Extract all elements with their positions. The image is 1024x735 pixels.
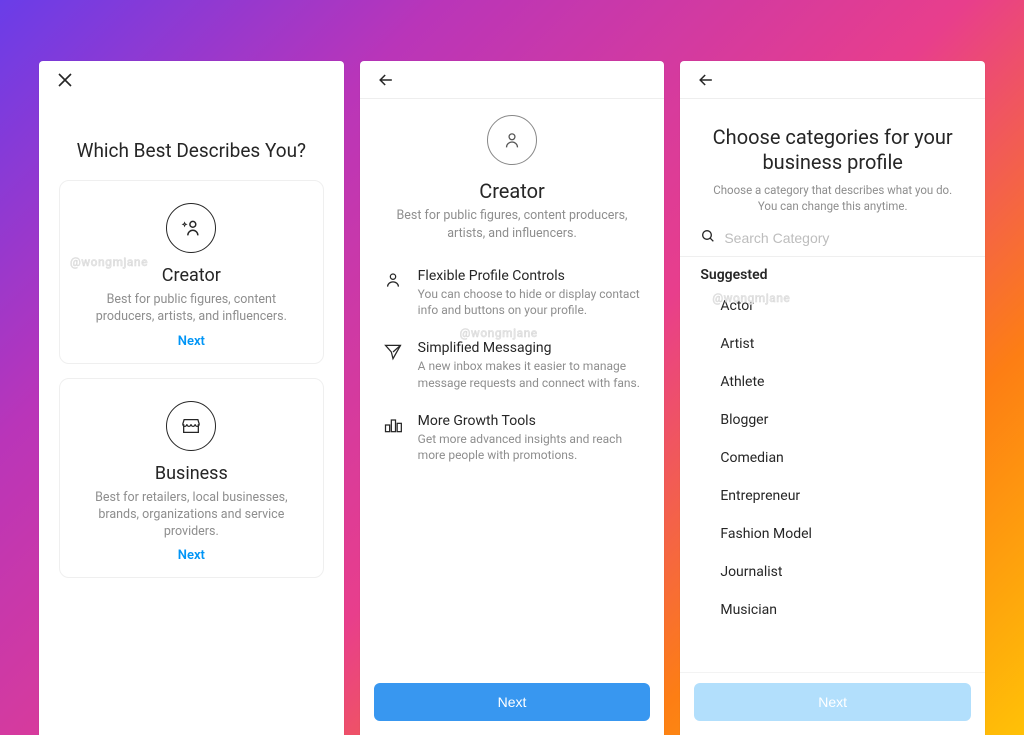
feature-description: Get more advanced insights and reach mor… xyxy=(418,431,643,463)
next-link[interactable]: Next xyxy=(76,334,307,349)
suggested-label: Suggested xyxy=(680,257,985,287)
category-item[interactable]: Blogger xyxy=(720,401,985,439)
watermark: @wongmjane xyxy=(70,255,148,269)
category-item[interactable]: Entrepreneur xyxy=(720,477,985,515)
bar-chart-icon xyxy=(382,413,404,435)
screen-creator-detail: Creator Best for public figures, content… xyxy=(360,61,665,735)
category-item[interactable]: Comedian xyxy=(720,439,985,477)
watermark: @wongmjane xyxy=(460,326,538,340)
card-title: Creator xyxy=(162,265,221,286)
next-button[interactable]: Next xyxy=(694,683,971,721)
back-arrow-icon[interactable] xyxy=(372,66,400,94)
storefront-icon xyxy=(166,401,216,451)
card-creator[interactable]: @wongmjane Creator Best for public figur… xyxy=(59,180,324,364)
category-item[interactable]: Journalist xyxy=(720,553,985,591)
search-input[interactable] xyxy=(724,230,965,246)
content: Creator Best for public figures, content… xyxy=(360,99,665,735)
feature-simplified-messaging: @wongmjane Simplified Messaging A new in… xyxy=(382,340,643,390)
content: Which Best Describes You? @wongmjane Cre… xyxy=(39,99,344,735)
person-outline-icon xyxy=(382,268,404,290)
page-title: Which Best Describes You? xyxy=(59,139,324,162)
card-description: Best for public figures, content produce… xyxy=(76,292,307,326)
bottom-bar: Next xyxy=(360,673,665,735)
bottom-bar: Next xyxy=(680,672,985,735)
screen-account-type: Which Best Describes You? @wongmjane Cre… xyxy=(39,61,344,735)
feature-title: Simplified Messaging xyxy=(418,340,643,356)
person-icon xyxy=(487,115,537,165)
creator-icon xyxy=(166,203,216,253)
page-title: Choose categories for your business prof… xyxy=(702,125,963,175)
paper-plane-icon xyxy=(382,340,404,362)
page-subtitle: Best for public figures, content produce… xyxy=(380,207,645,242)
category-item[interactable]: Artist xyxy=(720,325,985,363)
content: Choose categories for your business prof… xyxy=(680,99,985,735)
screen-choose-category: Choose categories for your business prof… xyxy=(680,61,985,735)
page-subtitle: Choose a category that describes what yo… xyxy=(702,183,963,214)
topbar xyxy=(360,61,665,99)
category-list: ActorArtistAthleteBloggerComedianEntrepr… xyxy=(680,287,985,629)
feature-title: More Growth Tools xyxy=(418,413,643,429)
next-link[interactable]: Next xyxy=(76,548,307,563)
feature-growth-tools: More Growth Tools Get more advanced insi… xyxy=(382,413,643,463)
feature-description: You can choose to hide or display contac… xyxy=(418,286,643,318)
search-icon xyxy=(700,228,716,248)
category-item[interactable]: Athlete xyxy=(720,363,985,401)
topbar xyxy=(39,61,344,99)
card-description: Best for retailers, local businesses, br… xyxy=(76,490,307,541)
category-item[interactable]: Actor xyxy=(720,287,985,325)
feature-flexible-profile: Flexible Profile Controls You can choose… xyxy=(382,268,643,318)
feature-description: A new inbox makes it easier to manage me… xyxy=(418,358,643,390)
close-icon[interactable] xyxy=(51,66,79,94)
page-title: Creator xyxy=(380,179,645,203)
category-item[interactable]: Fashion Model xyxy=(720,515,985,553)
search-row xyxy=(680,214,985,257)
card-business[interactable]: Business Best for retailers, local busin… xyxy=(59,378,324,579)
next-button[interactable]: Next xyxy=(374,683,651,721)
feature-title: Flexible Profile Controls xyxy=(418,268,643,284)
topbar xyxy=(680,61,985,99)
back-arrow-icon[interactable] xyxy=(692,66,720,94)
category-item[interactable]: Musician xyxy=(720,591,985,629)
card-title: Business xyxy=(155,463,228,484)
feature-list: Flexible Profile Controls You can choose… xyxy=(360,242,665,463)
